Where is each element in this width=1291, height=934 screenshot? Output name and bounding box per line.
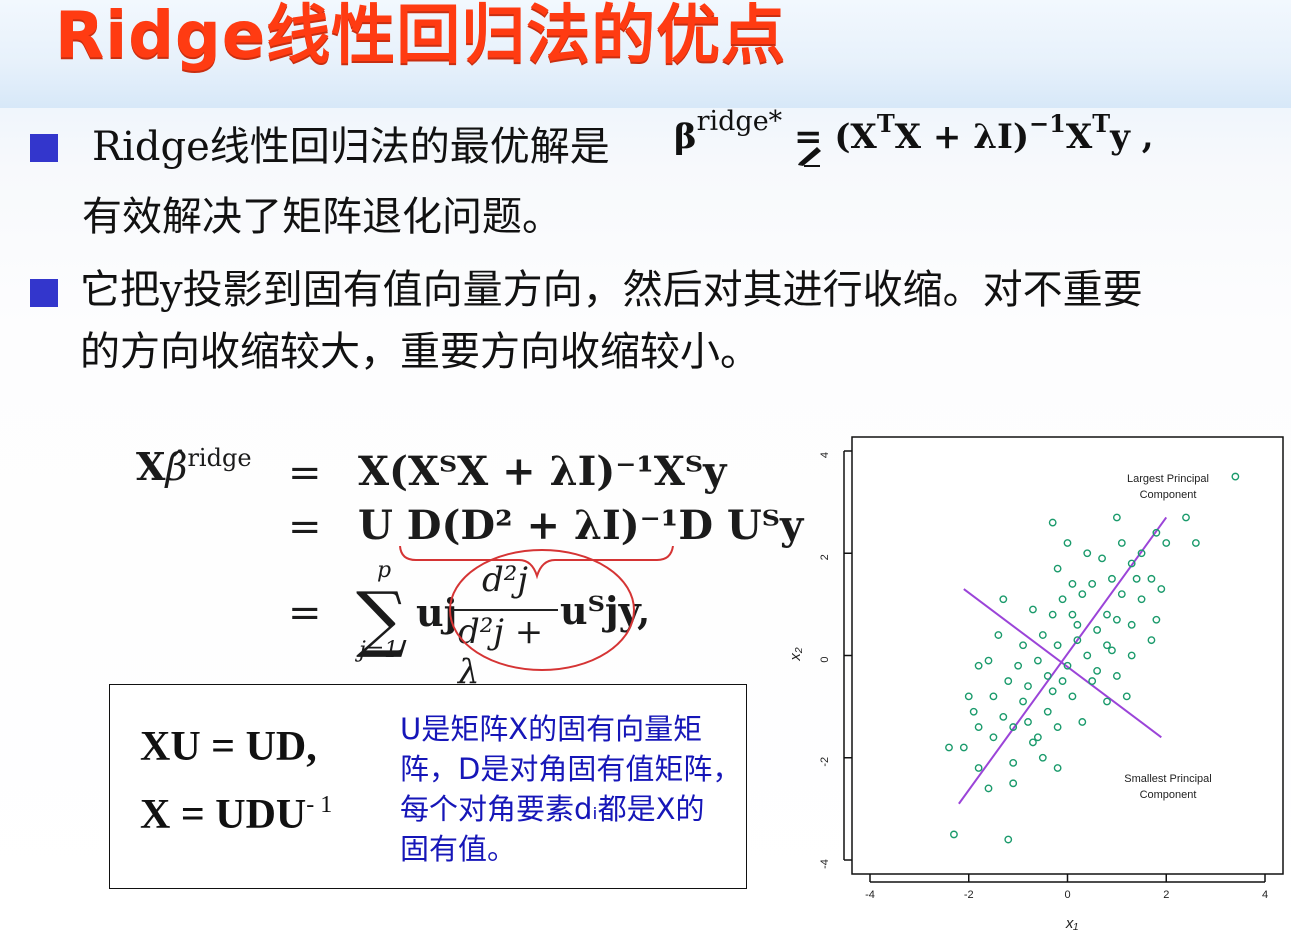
largest-component-label-line2: Component xyxy=(1140,489,1197,501)
box-explanation: U是矩阵X的固有向量矩 阵，D是对角固有值矩阵， 每个对角要素dᵢ都是X的 固有… xyxy=(400,709,742,869)
x-axis-tick-label-2: 0 xyxy=(1064,889,1070,901)
y-axis-tick-label-1: 2 xyxy=(819,554,831,560)
largest-component-label-line1: Largest Principal xyxy=(1127,473,1209,485)
x-axis-tick-label-3: 2 xyxy=(1163,889,1169,901)
derivation-x: X xyxy=(136,444,166,489)
y-axis-tick-label-2: 0 xyxy=(819,656,831,662)
shrinkage-circle-annotation xyxy=(449,549,635,671)
ridge-formula: βridge* = (XTX + λI)−1XTy , xyxy=(674,106,1154,161)
ridge-beta: β xyxy=(674,117,697,157)
ridge-derivation: Xβ̂ridge = = = X(XᵀX + λI)⁻¹Xᵀy U D(D² +… xyxy=(130,430,803,692)
eigen-decomposition-box: XU = UD, X = UDU- 1 U是矩阵X的固有向量矩 阵，D是对角固有… xyxy=(109,684,747,889)
ridge-y-end: y , xyxy=(1110,117,1154,157)
box-note-line-3: 每个对角要素dᵢ都是X的 xyxy=(400,792,705,826)
x-axis-tick-label-1: -2 xyxy=(964,889,974,901)
ridge-middle: X + λI) xyxy=(894,117,1030,157)
derivation-beta-hat: β̂ xyxy=(165,445,188,489)
derivation-row-2: U D(D² + λI)⁻¹D Uᵀy xyxy=(358,502,804,549)
bullet2-line1: 它把y投影到固有值向量方向，然后对其进行收缩。对不重要 xyxy=(80,267,1143,313)
bullet2-line2: 的方向收缩较大，重要方向收缩较小。 xyxy=(80,329,760,375)
y-axis-tick-label-0: 4 xyxy=(819,452,831,458)
smallest-component-label-line1: Smallest Principal xyxy=(1124,773,1211,785)
x-axis-tick-label-0: -4 xyxy=(865,889,875,901)
ridge-transpose-1: T xyxy=(876,109,895,138)
derivation-row-1: X(XᵀX + λI)⁻¹Xᵀy xyxy=(358,448,727,495)
pen-cursor-icon xyxy=(798,147,821,167)
derivation-left: Xβ̂ridge xyxy=(136,444,252,489)
bullet1-line1: Ridge线性回归法的最优解是 xyxy=(92,124,610,170)
x-axis-tick-label-4: 4 xyxy=(1262,889,1268,901)
scatter-plot-svg: -4 -2 0 2 4 4 2 0 -2 -4 x₁ x₂ Largest Principal Com… xyxy=(787,436,1284,932)
box-note-line-4: 固有值。 xyxy=(400,832,517,866)
box-equation-2-main: X = UDU xyxy=(140,792,307,838)
box-equation-1: XU = UD, xyxy=(140,724,317,770)
ridge-transpose-2: T xyxy=(1092,109,1111,138)
smallest-component-label-line2: Component xyxy=(1140,789,1197,801)
y-axis-tick-label-4: -4 xyxy=(819,859,831,869)
slide: Ridge线性回归法的优点 Ridge线性回归法的最优解是 βridge* = … xyxy=(0,0,1291,934)
ridge-beta-superscript: ridge* xyxy=(696,106,783,137)
bullet-square-2 xyxy=(30,279,58,307)
equals-sign-1: = xyxy=(288,450,322,496)
ridge-inverse: −1 xyxy=(1029,109,1066,138)
box-equation-2: X = UDU- 1 xyxy=(140,791,332,839)
ridge-x-end: X xyxy=(1065,117,1093,157)
derivation-ridge-sup: ridge xyxy=(187,444,252,472)
equals-sign-3: = xyxy=(288,590,322,636)
y-axis-tick-label-3: -2 xyxy=(819,757,831,767)
slide-title: Ridge线性回归法的优点 xyxy=(55,0,787,73)
box-note-line-1: U是矩阵X的固有向量矩 xyxy=(400,712,703,746)
sum-lower-limit: j=1 xyxy=(359,638,399,663)
box-note-line-2: 阵，D是对角固有值矩阵， xyxy=(400,752,742,786)
equals-sign-2: = xyxy=(288,504,322,550)
bullet1-line2: 有效解决了矩阵退化问题。 xyxy=(82,194,562,240)
box-equation-2-superscript: - 1 xyxy=(306,792,333,818)
x-axis-label: x₁ xyxy=(1065,915,1079,932)
bullet-square-1 xyxy=(30,134,58,162)
y-axis-label: x₂ xyxy=(787,647,804,662)
principal-components-scatter-chart: -4 -2 0 2 4 4 2 0 -2 -4 x₁ x₂ Largest Principal Com… xyxy=(787,430,1290,934)
